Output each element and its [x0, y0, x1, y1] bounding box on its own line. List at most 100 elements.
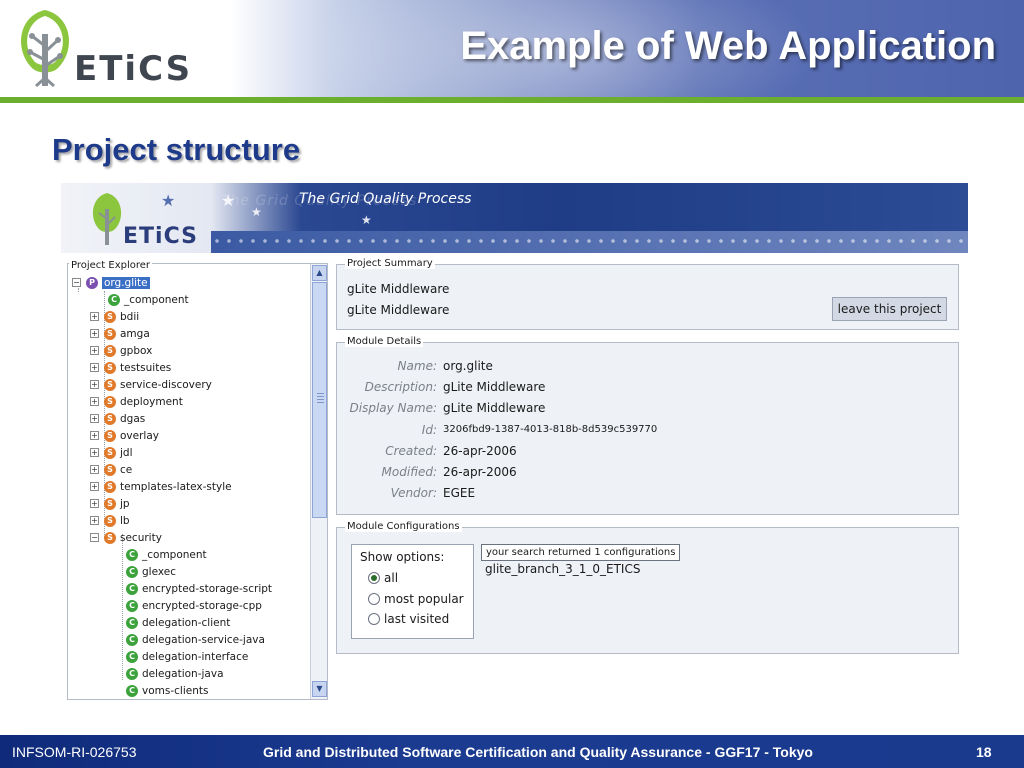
expand-icon[interactable]: + [90, 329, 99, 338]
module-details-legend: Module Details [345, 336, 424, 347]
expand-icon[interactable]: + [90, 414, 99, 423]
tree-item-label: lb [120, 514, 130, 527]
subsystem-icon: S [104, 327, 116, 340]
leave-project-button[interactable]: leave this project [832, 297, 947, 321]
tree-subitem[interactable]: C delegation-service-java [126, 631, 265, 648]
radio-icon[interactable] [368, 593, 380, 605]
tree-item[interactable]: + S lb [90, 512, 130, 529]
tree-item-label: delegation-java [142, 667, 224, 680]
component-icon: C [126, 684, 138, 697]
tree-item-label: testsuites [120, 361, 172, 374]
tree-item[interactable]: + S ce [90, 461, 132, 478]
expand-icon[interactable]: + [90, 380, 99, 389]
module-configurations-panel: Module Configurations Show options: all … [336, 521, 959, 654]
radio-icon[interactable] [368, 613, 380, 625]
slide-subtitle: Project structure [52, 132, 301, 167]
scroll-down-arrow-icon[interactable]: ▼ [312, 681, 327, 697]
detail-value-name: org.glite [443, 359, 493, 373]
tree-item[interactable]: + S jp [90, 495, 130, 512]
component-icon: C [126, 582, 138, 595]
option-most-popular[interactable]: most popular [368, 592, 464, 606]
search-result-tooltip: your search returned 1 configurations [481, 544, 681, 561]
component-icon: C [126, 667, 138, 680]
tree-item[interactable]: + S deployment [90, 393, 183, 410]
detail-value-modified: 26-apr-2006 [443, 465, 517, 479]
project-summary-panel: Project Summary gLite Middleware gLite M… [336, 258, 959, 330]
tree-subitem[interactable]: C encrypted-storage-script [126, 580, 272, 597]
configuration-link[interactable]: glite_branch_3_1_0_ETICS [485, 562, 640, 576]
tree-item[interactable]: + S amga [90, 325, 150, 342]
collapse-icon[interactable]: − [90, 533, 99, 542]
expand-icon[interactable]: + [90, 499, 99, 508]
option-last-visited[interactable]: last visited [368, 612, 449, 626]
expand-icon[interactable]: + [90, 516, 99, 525]
tree-subitem[interactable]: C delegation-java [126, 665, 224, 682]
tree-subitem[interactable]: C _component [126, 546, 207, 563]
tree-item-label: delegation-client [142, 616, 231, 629]
tree-item-label: encrypted-storage-cpp [142, 599, 262, 612]
project-summary-legend: Project Summary [345, 258, 435, 269]
expand-icon[interactable]: + [90, 448, 99, 457]
component-icon: C [126, 633, 138, 646]
svg-text:ETiCS: ETiCS [74, 49, 192, 89]
tree-item-label: bdii [120, 310, 140, 323]
expand-icon[interactable]: + [90, 465, 99, 474]
detail-value-description: gLite Middleware [443, 380, 546, 394]
tree-item-label: jp [120, 497, 130, 510]
explorer-scrollbar[interactable]: ▲ ▼ [310, 264, 327, 699]
tree-root[interactable]: − P org.glite [72, 274, 150, 291]
tree-item-label: deployment [120, 395, 183, 408]
tree-item[interactable]: + S gpbox [90, 342, 152, 359]
tree-item-label: delegation-interface [142, 650, 249, 663]
slide-title: Example of Web Application [460, 24, 996, 68]
tree-item[interactable]: + S overlay [90, 427, 159, 444]
banner-dots [211, 235, 968, 249]
tree-item[interactable]: + S service-discovery [90, 376, 212, 393]
tree-item-label: amga [120, 327, 150, 340]
subsystem-icon: S [104, 429, 116, 442]
option-all[interactable]: all [368, 571, 398, 585]
tree-subitem[interactable]: C voms-clients [126, 682, 208, 698]
tree-item[interactable]: + S dgas [90, 410, 145, 427]
subsystem-icon: S [104, 378, 116, 391]
expand-icon[interactable]: + [90, 363, 99, 372]
footer-project-id: INFSOM-RI-026753 [12, 744, 137, 760]
tree-subitem[interactable]: C delegation-client [126, 614, 230, 631]
tree-item-label: glexec [142, 565, 176, 578]
expand-icon[interactable]: + [90, 431, 99, 440]
subsystem-icon: S [104, 497, 116, 510]
project-explorer: Project Explorer − P org.glite C _compon… [67, 260, 328, 700]
component-icon: C [108, 293, 120, 306]
expand-icon[interactable]: + [90, 312, 99, 321]
expand-icon[interactable]: + [90, 482, 99, 491]
scrollbar-thumb[interactable] [312, 282, 327, 518]
detail-label-modified: Modified: [381, 465, 437, 479]
scroll-up-arrow-icon[interactable]: ▲ [312, 265, 327, 281]
tree-item-label: _component [142, 548, 207, 561]
expand-icon[interactable]: + [90, 397, 99, 406]
radio-selected-icon[interactable] [368, 572, 380, 584]
tree-item-security[interactable]: − S security [90, 529, 162, 546]
detail-label-display-name: Display Name: [349, 401, 438, 415]
subsystem-icon: S [104, 514, 116, 527]
tree-item[interactable]: + S templates-latex-style [90, 478, 232, 495]
etics-wordmark: ETiCS [74, 49, 192, 89]
tree-connector [122, 534, 123, 680]
subsystem-icon: S [104, 395, 116, 408]
tree-item[interactable]: C _component [108, 291, 189, 308]
tree-item[interactable]: + S jdl [90, 444, 133, 461]
tree-subitem[interactable]: C encrypted-storage-cpp [126, 597, 262, 614]
tree-item[interactable]: + S bdii [90, 308, 139, 325]
tree-item-label: _component [124, 293, 189, 306]
tree-subitem[interactable]: C glexec [126, 563, 176, 580]
tree-subitem[interactable]: C delegation-interface [126, 648, 248, 665]
component-icon: C [126, 650, 138, 663]
collapse-icon[interactable]: − [72, 278, 81, 287]
expand-icon[interactable]: + [90, 346, 99, 355]
tree-item[interactable]: + S testsuites [90, 359, 171, 376]
tree-item-label: security [120, 531, 162, 544]
star-icon: ★ [361, 213, 372, 227]
summary-line-2: gLite Middleware [347, 303, 450, 317]
app-banner: The Grid Quality Process The Grid Qualit… [61, 183, 968, 253]
detail-value-created: 26-apr-2006 [443, 444, 517, 458]
